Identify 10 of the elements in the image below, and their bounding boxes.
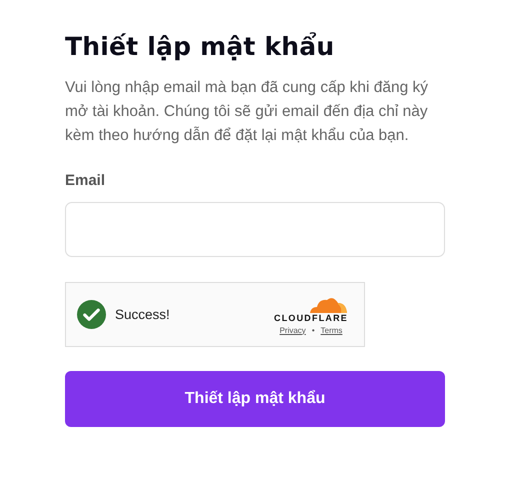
submit-button[interactable]: Thiết lập mật khẩu xyxy=(65,371,445,427)
description-text: Vui lòng nhập email mà bạn đã cung cấp khi đăng ký mở tài khoản. Chúng tôi sẽ gửi email đến địa chỉ này kèm theo hướng dẫn để đặt lại mật khẩu của bạn. xyxy=(65,78,430,146)
page-title: Thiết lập mật khẩu xyxy=(65,31,336,63)
field-label: Email xyxy=(65,171,106,191)
privacy-link[interactable]: Privacy xyxy=(280,326,306,334)
brand-wordmark: CLOUDFLARE xyxy=(274,312,348,324)
separator-dot: • xyxy=(312,326,315,334)
terms-link[interactable]: Terms xyxy=(320,326,342,334)
status-text: Success! xyxy=(115,307,171,322)
email-field[interactable] xyxy=(65,202,445,257)
